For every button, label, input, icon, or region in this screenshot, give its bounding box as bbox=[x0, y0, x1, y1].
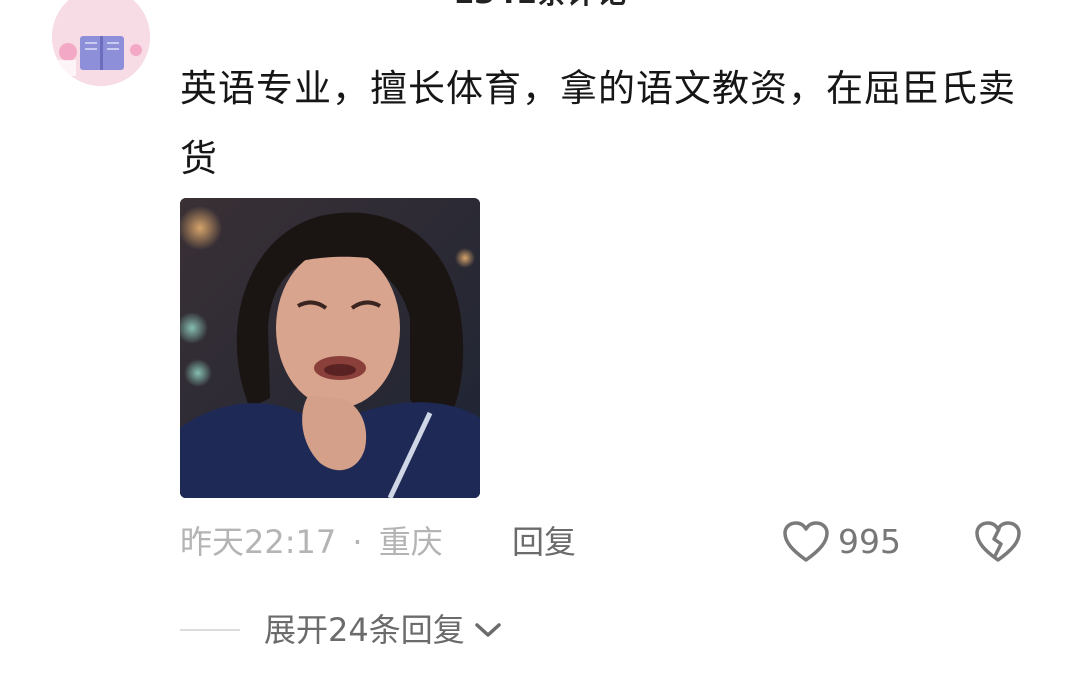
like-count: 995 bbox=[838, 522, 901, 561]
meta-separator: · bbox=[352, 523, 363, 561]
comment-time: 昨天22:17 bbox=[180, 523, 337, 561]
broken-heart-icon bbox=[974, 520, 1022, 564]
chevron-down-icon bbox=[473, 620, 503, 640]
avatar[interactable] bbox=[52, 0, 150, 86]
crying-woman-image bbox=[180, 198, 480, 498]
comment-image[interactable] bbox=[180, 198, 480, 498]
divider-line bbox=[180, 629, 240, 631]
heart-outline-icon bbox=[782, 520, 830, 564]
expand-replies-label: 展开24条回复 bbox=[264, 611, 465, 649]
comment-location: 重庆 bbox=[378, 523, 443, 561]
comment-meta: 昨天22:17 · 重庆 bbox=[180, 520, 443, 564]
comment-text: 英语专业，擅长体育，拿的语文教资，在屈臣氏卖货 bbox=[180, 67, 1016, 180]
dislike-button[interactable] bbox=[974, 516, 1024, 568]
like-button[interactable]: 995 bbox=[782, 516, 901, 568]
expand-replies-button[interactable]: 展开24条回复 bbox=[180, 606, 503, 654]
reply-button[interactable]: 回复 bbox=[512, 520, 576, 564]
avatar-illustration bbox=[52, 0, 150, 86]
comments-count-title: 1341条评论 bbox=[0, 0, 1080, 12]
